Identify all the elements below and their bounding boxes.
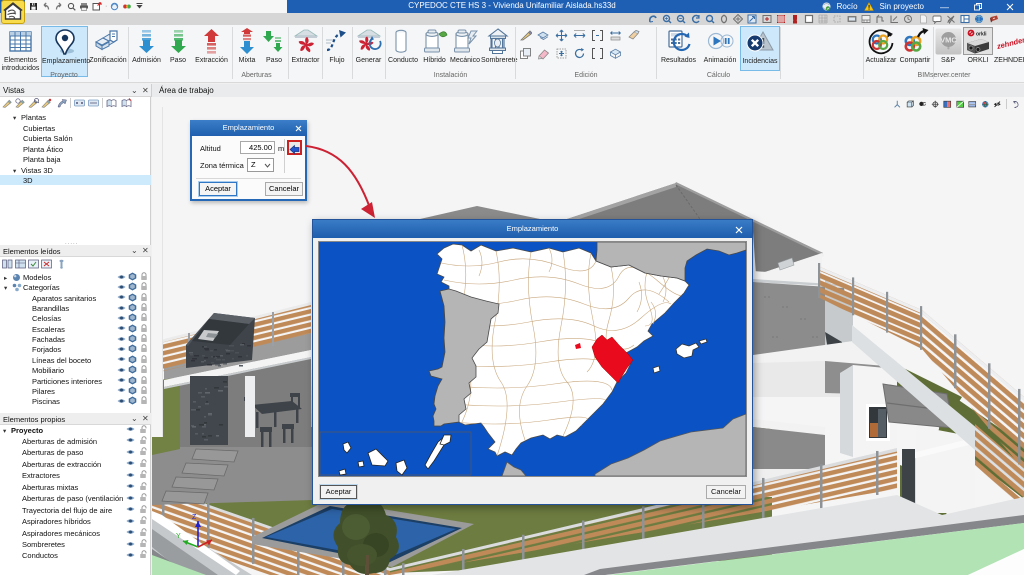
svg-text:®: ®	[947, 45, 950, 50]
svg-text:Z: Z	[192, 514, 197, 521]
svg-text:orkli: orkli	[976, 32, 987, 38]
svg-text:Y: Y	[176, 533, 181, 540]
svg-text:VMC: VMC	[940, 35, 957, 44]
svg-text:zehnder: zehnder	[995, 35, 1024, 51]
